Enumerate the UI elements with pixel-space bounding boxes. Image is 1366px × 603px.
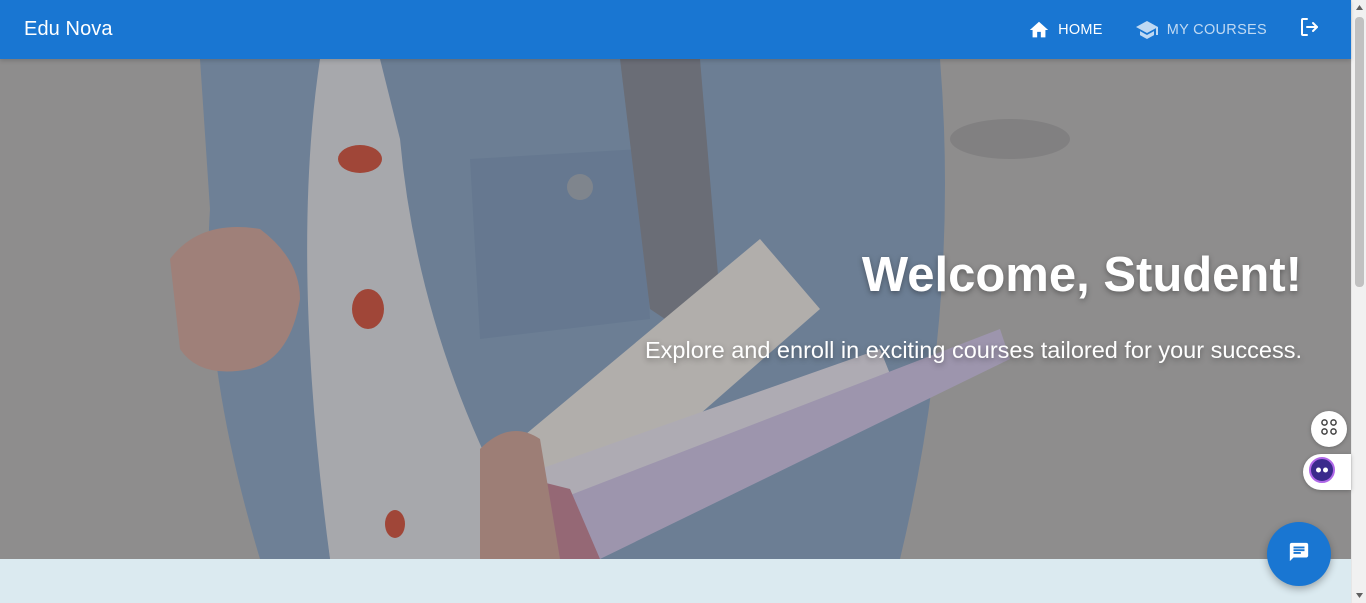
logout-button[interactable]: [1293, 13, 1327, 47]
hero-title: Welcome, Student!: [861, 248, 1302, 302]
chat-icon: [1288, 541, 1310, 568]
chat-button[interactable]: [1267, 522, 1331, 586]
hero-text: Welcome, Student! Explore and enroll in …: [644, 248, 1302, 364]
scroll-down-arrow-icon[interactable]: [1352, 588, 1366, 603]
hero-banner: Welcome, Student! Explore and enroll in …: [0, 59, 1351, 559]
hero-subtitle: Explore and enroll in exciting courses t…: [644, 336, 1302, 363]
nav-home-button[interactable]: HOME: [1016, 13, 1115, 47]
main-nav: HOME MY COURSES: [1016, 12, 1327, 48]
page-scrollbar[interactable]: [1351, 0, 1366, 603]
nav-home-label: HOME: [1058, 21, 1103, 38]
logout-icon: [1298, 15, 1322, 44]
nav-my-courses-button[interactable]: MY COURSES: [1123, 12, 1279, 48]
school-icon: [1135, 18, 1159, 42]
command-grid-button[interactable]: [1311, 411, 1347, 447]
home-icon: [1028, 19, 1050, 41]
assistant-bot-icon: [1309, 456, 1335, 488]
assistant-button[interactable]: [1303, 454, 1351, 490]
brand-title: Edu Nova: [24, 18, 113, 40]
command-grid-icon: [1320, 418, 1338, 441]
scroll-up-arrow-icon[interactable]: [1352, 0, 1366, 15]
nav-my-courses-label: MY COURSES: [1166, 21, 1267, 38]
page: Edu Nova HOME MY COURSES Welcome, Studen…: [0, 0, 1366, 603]
scrollbar-thumb[interactable]: [1355, 17, 1364, 287]
app-bar: Edu Nova HOME MY COURSES: [0, 0, 1351, 59]
content-section: [0, 559, 1351, 603]
